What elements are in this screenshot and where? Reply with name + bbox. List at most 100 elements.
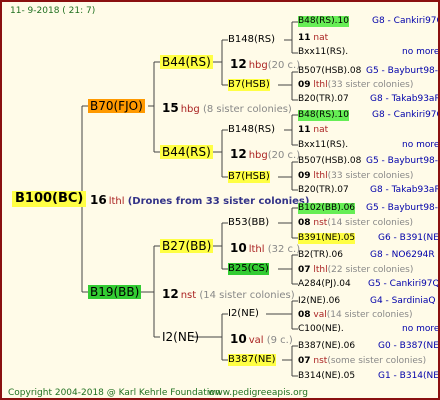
gen4-name[interactable]: B387(NE).06 [298,341,355,352]
gen4-origin: G4 - SardiniaQ [370,296,436,306]
pedigree-chart: 11- 9-2018 ( 21: 7) B100(BC) 16 lthl (Dro… [0,0,440,400]
gen3-c1[interactable]: B53(BB) [228,217,269,229]
gen1-dam-info: 15 hbg (8 sister colonies) [160,101,292,116]
gen3-d2[interactable]: B387(NE) [228,354,276,366]
gen4-num: 09 [298,171,311,181]
gen4-origin: G5 - Bayburt98-3 [366,156,440,166]
gen4-num: 11 [298,33,311,43]
gen2-c[interactable]: B27(BB) [160,239,214,253]
gen4-origin: G5 - Bayburt98-3 [366,66,440,76]
gen4-ab: lthl [313,265,328,275]
gen4-origin: G8 - Cankiri97Q [372,110,440,120]
gen4-name[interactable]: B20(TR).07 [298,94,349,105]
gen1-dam-note: (8 sister colonies) [202,104,292,115]
gen4-num: 08 [298,218,311,228]
gen2-a-num: 12 [230,57,247,71]
gen4-name[interactable]: Bxx11(RS). [298,47,348,58]
gen3-d1[interactable]: I2(NE) [228,308,259,320]
gen4-origin: no more [402,140,440,150]
gen1-sire-ab: nst [180,290,197,301]
gen2-c-ab: lthl [248,244,265,255]
root-sep-note: (Drones from 33 sister colonies) [127,196,310,207]
gen4-origin: no more [402,324,440,334]
gen4-info: 08 nst(14 sister colonies) [298,218,413,229]
gen3-b2[interactable]: B7(HSB) [228,171,270,183]
gen4-name[interactable]: B48(RS).10 [298,16,349,27]
footer-copyright: Copyright 2004-2018 @ Karl Kehrle Founda… [8,388,221,398]
gen4-ab: nat [313,33,329,43]
gen4-origin: G1 - B314(NE) [378,371,440,381]
gen4-origin: G8 - Cankiri97Q [372,16,440,26]
gen4-name[interactable]: B314(NE).05 [298,371,355,382]
gen4-name[interactable]: B507(HSB).08 [298,156,361,167]
gen4-origin: no more [402,47,440,57]
gen3-c2[interactable]: B25(CS) [228,263,269,275]
gen1-sire-num: 12 [162,287,179,301]
root-queen[interactable]: B100(BC) [12,191,87,207]
gen1-dam-num: 15 [162,101,179,115]
gen3-a1[interactable]: B148(RS) [228,34,275,46]
gen2-b-info: 12 hbg(20 c.) [228,147,300,162]
gen4-origin: G0 - B387(NE) [378,341,440,351]
gen4-name[interactable]: I2(NE).06 [298,296,340,307]
gen1-dam[interactable]: B70(FJO) [88,99,145,113]
gen4-ab: nst [313,218,328,228]
gen4-info: 07 lthl(22 sister colonies) [298,265,413,276]
gen4-name[interactable]: B20(TR).07 [298,185,349,196]
gen2-b-num: 12 [230,147,247,161]
gen4-name[interactable]: Bxx11(RS). [298,140,348,151]
gen2-c-num: 10 [230,241,247,255]
gen2-d-num: 10 [230,332,247,346]
gen4-ab: lthl [313,171,328,181]
gen4-note: (33 sister colonies) [327,80,414,90]
gen3-b1[interactable]: B148(RS) [228,124,275,136]
gen4-note: (14 sister colonies) [326,310,413,320]
gen4-name[interactable]: C100(NE). [298,324,344,335]
gen4-info: 07 nst(some sister colonies) [298,356,426,367]
gen4-num: 07 [298,265,311,275]
gen2-b[interactable]: B44(RS) [160,145,213,159]
gen2-b-note: (20 c.) [267,150,301,161]
gen4-name[interactable]: B507(HSB).08 [298,66,361,77]
gen4-num: 07 [298,356,311,366]
header-date: 11- 9-2018 ( 21: 7) [10,6,96,16]
gen4-num: 08 [298,310,311,320]
gen2-d[interactable]: I2(NE) [160,330,201,344]
gen1-sire-note: (14 sister colonies) [199,290,295,301]
gen3-a2[interactable]: B7(HSB) [228,79,270,91]
gen4-name[interactable]: B391(NE).05 [298,233,356,244]
root-sep-ab: lthl [108,196,125,207]
footer-website-link[interactable]: www.pedigreeapis.org [208,387,308,398]
gen4-note: (14 sister colonies) [327,218,414,228]
gen4-num: 09 [298,80,311,90]
gen4-num: 11 [298,125,311,135]
gen2-a-info: 12 hbg(20 c.) [228,57,300,72]
gen4-ab: nst [313,356,328,366]
gen4-name[interactable]: B102(BB).06 [298,203,356,214]
root-drone-info: 16 lthl (Drones from 33 sister colonies) [88,193,309,208]
gen4-info: 09 lthl(33 sister colonies) [298,80,413,91]
gen4-ab: nat [313,125,329,135]
gen2-b-ab: hbg [248,150,268,161]
gen4-name[interactable]: B48(RS).10 [298,110,349,121]
gen2-a[interactable]: B44(RS) [160,55,213,69]
gen4-name[interactable]: B2(TR).06 [298,250,343,261]
gen1-sire-info: 12 nst (14 sister colonies) [160,287,295,302]
gen4-info: 08 val(14 sister colonies) [298,310,412,321]
gen4-origin: G6 - B391(NE) [378,233,440,243]
gen4-origin: G5 - Cankiri97Q [368,279,440,289]
gen1-sire[interactable]: B19(BB) [88,285,142,299]
gen2-a-note: (20 c.) [267,60,301,71]
gen4-info: 11 nat [298,125,328,136]
gen4-origin: G8 - Takab93aR [370,185,440,195]
gen4-name[interactable]: A284(PJ).04 [298,279,351,290]
gen1-dam-ab: hbg [180,104,200,115]
gen2-c-info: 10 lthl (32 c.) [228,241,300,256]
gen2-c-note: (32 c.) [267,244,301,255]
gen2-a-ab: hbg [248,60,268,71]
root-sep-number: 16 [90,193,107,207]
gen2-d-note: (9 c.) [266,335,293,346]
gen4-origin: G5 - Bayburt98-3 [366,203,440,213]
gen4-origin: G8 - Takab93aR [370,94,440,104]
gen4-ab: val [313,310,327,320]
